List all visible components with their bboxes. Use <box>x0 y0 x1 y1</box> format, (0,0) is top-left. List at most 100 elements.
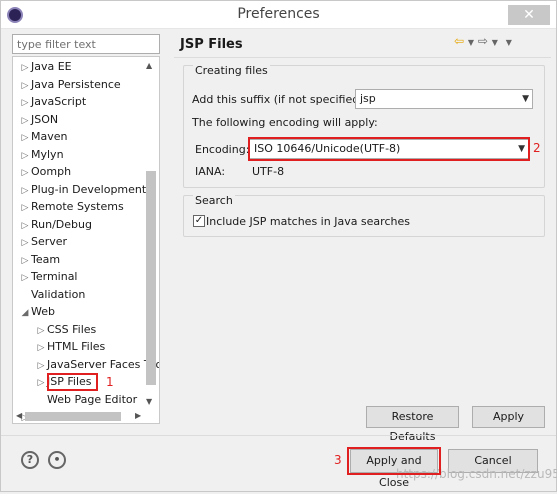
tree-item[interactable]: ▷ HTML Files <box>35 338 106 357</box>
include-jsp-label: Include JSP matches in Java searches <box>206 215 410 228</box>
checkmark-icon: ✓ <box>194 215 204 226</box>
search-group-label: Search <box>193 194 235 207</box>
collapsed-chevron-icon[interactable]: ▷ <box>19 235 31 252</box>
tree-item-label: Remote Systems <box>31 200 124 213</box>
tree-vertical-scrollbar[interactable]: ▲ ▼ <box>144 59 158 409</box>
tree-item[interactable]: ▷ Server <box>19 233 68 252</box>
annotation-box-3 <box>347 447 441 475</box>
preference-tree: ▷ Java EE ▷ Java Persistence ▷ JavaScript ▷ JSO… <box>12 56 160 424</box>
tree-item[interactable]: Web Page Editor <box>35 391 137 408</box>
tree-item-label: Maven <box>31 130 68 143</box>
back-arrow-icon[interactable]: ⇦ <box>454 34 464 48</box>
tree-item[interactable]: ▷ Java Persistence <box>19 76 121 93</box>
filter-input[interactable] <box>12 34 160 54</box>
scroll-up-icon[interactable]: ▲ <box>146 61 152 70</box>
tree-item-label: JSON <box>31 112 59 126</box>
forward-arrow-icon[interactable]: ⇨ <box>478 34 488 48</box>
collapsed-chevron-icon[interactable]: ▷ <box>35 340 47 357</box>
annotation-number-3: 3 <box>334 453 342 467</box>
collapsed-chevron-icon[interactable]: ▷ <box>19 253 31 270</box>
collapsed-chevron-icon[interactable]: ▷ <box>19 218 31 235</box>
annotation-box-2 <box>248 137 530 161</box>
scroll-thumb[interactable] <box>146 171 156 385</box>
annotation-number-2: 2 <box>533 141 541 155</box>
tree-item[interactable]: ▷ Terminal <box>19 268 78 285</box>
include-jsp-checkbox[interactable]: ✓ <box>193 215 205 227</box>
tree-item-label: Team <box>31 252 61 266</box>
tree-item-label: Web Page Editor <box>47 392 138 406</box>
creating-files-label: Creating files <box>193 64 270 77</box>
tree-item-label: Web <box>31 305 55 318</box>
tree-item[interactable]: ▷ JavaServer Faces Tools <box>35 356 159 375</box>
tree-item-label: Java Persistence <box>31 77 121 91</box>
apply-button[interactable]: Apply <box>472 406 545 428</box>
tree-item[interactable]: ▷ Plug-in Development <box>19 181 147 200</box>
tree-item-label: Validation <box>31 287 86 301</box>
window-title: Preferences <box>237 6 320 22</box>
tree-horizontal-scrollbar[interactable]: ◀ ▶ <box>13 410 159 423</box>
forward-dropdown-icon[interactable]: ▼ <box>492 38 498 47</box>
tree-item[interactable]: ▷ JSON <box>19 111 59 130</box>
annotation-number-1: 1 <box>106 375 114 389</box>
collapsed-chevron-icon[interactable]: ▷ <box>19 148 31 165</box>
tree-item-label: JavaScript <box>31 95 87 108</box>
collapsed-chevron-icon[interactable]: ▷ <box>35 323 47 340</box>
back-dropdown-icon[interactable]: ▼ <box>468 38 474 47</box>
tree-item[interactable]: ▷ JavaScript <box>19 93 87 112</box>
collapsed-chevron-icon[interactable]: ▷ <box>19 60 31 77</box>
tree-item[interactable]: ▷ CSS Files <box>35 321 97 340</box>
preferences-window: Preferences ✕ ▷Java EE▷Java Persistence▷… <box>0 0 557 492</box>
collapsed-chevron-icon[interactable]: ▷ <box>19 200 31 217</box>
tree-item-label: Run/Debug <box>31 217 92 231</box>
collapsed-chevron-icon[interactable]: ▷ <box>19 78 31 95</box>
tree-item[interactable]: Validation <box>19 286 85 303</box>
tree-item-label: Mylyn <box>31 147 64 161</box>
expanded-chevron-icon[interactable]: ◢ <box>19 305 31 322</box>
suffix-value: jsp <box>360 92 376 105</box>
tree-item-label: CSS Files <box>47 322 97 336</box>
tree-item[interactable]: ▷ Maven <box>19 128 68 147</box>
tree-item[interactable]: ▷ Oomph <box>19 163 72 182</box>
collapsed-chevron-icon[interactable]: ▷ <box>19 95 31 112</box>
chevron-down-icon: ▼ <box>522 94 529 104</box>
collapsed-chevron-icon[interactable]: ▷ <box>35 358 47 375</box>
encoding-note: The following encoding will apply: <box>192 116 378 129</box>
close-button[interactable]: ✕ <box>508 5 550 25</box>
scroll-down-icon[interactable]: ▼ <box>146 397 152 406</box>
tree-item-label: Plug-in Development <box>31 182 147 196</box>
import-export-icon[interactable]: • <box>48 451 66 469</box>
tree-item-label: Oomph <box>31 165 72 178</box>
suffix-combo[interactable]: jsp ▼ <box>355 89 533 109</box>
tree-item[interactable]: ▷ Run/Debug <box>19 216 92 233</box>
page-navigation: ⇦ ▼ ⇨ ▼ ▼ <box>454 34 512 48</box>
tree-item[interactable]: ▷ Java EE <box>19 58 72 75</box>
collapsed-chevron-icon[interactable]: ▷ <box>19 270 31 287</box>
tree-item[interactable]: ◢ Web <box>19 303 55 320</box>
scroll-thumb-horizontal[interactable] <box>25 412 121 421</box>
tree-item[interactable]: ▷ Mylyn <box>19 146 64 163</box>
collapsed-chevron-icon[interactable]: ▷ <box>19 113 31 130</box>
encoding-label: Encoding: <box>195 143 250 156</box>
view-menu-icon[interactable]: ▼ <box>506 38 512 47</box>
iana-label: IANA: <box>195 165 226 178</box>
restore-defaults-button[interactable]: Restore Defaults <box>366 406 459 443</box>
collapsed-chevron-icon[interactable]: ▷ <box>19 165 31 182</box>
scroll-right-icon[interactable]: ▶ <box>135 411 141 420</box>
iana-value: UTF-8 <box>252 165 285 178</box>
tree-item-label: Java EE <box>31 60 72 73</box>
tree-item-label: HTML Files <box>47 340 106 353</box>
collapsed-chevron-icon[interactable]: ▷ <box>19 183 31 200</box>
title-bar: Preferences ✕ <box>1 1 556 29</box>
help-icon[interactable]: ? <box>21 451 39 469</box>
tree-item[interactable]: ▷ Team <box>19 251 61 270</box>
bottom-divider <box>1 435 556 436</box>
tree-item-label: Server <box>31 235 68 248</box>
collapsed-chevron-icon[interactable]: ▷ <box>35 375 47 392</box>
scroll-left-icon[interactable]: ◀ <box>16 411 22 420</box>
tree-item[interactable]: ▷ Remote Systems <box>19 198 124 215</box>
collapsed-chevron-icon[interactable]: ▷ <box>19 130 31 147</box>
suffix-label: Add this suffix (if not specified): <box>192 93 368 106</box>
header-divider <box>174 57 551 58</box>
page-title: JSP Files <box>180 37 243 52</box>
annotation-box-1 <box>47 373 98 391</box>
